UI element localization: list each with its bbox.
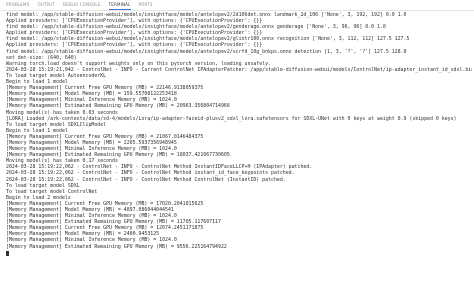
tab-terminal[interactable]: TERMINAL [108,0,131,10]
terminal-panel: PROBLEMS OUTPUT DEBUG CONSOLE TERMINAL P… [0,0,474,301]
terminal-line: find model: /app/stable-diffusion-webui/… [6,48,407,55]
terminal-prompt-line [6,250,472,256]
terminal-output[interactable]: find model: /app/stable-diffusion-webui/… [6,12,472,300]
tab-output[interactable]: OUTPUT [37,0,55,10]
terminal-line: [LORA] Loaded /ark-contexts/data/sd-4/mo… [6,115,457,122]
tab-problems[interactable]: PROBLEMS [6,0,29,10]
terminal-cursor [6,250,9,256]
tab-ports[interactable]: PORTS [139,0,153,10]
panel-tab-bar: PROBLEMS OUTPUT DEBUG CONSOLE TERMINAL P… [0,0,474,11]
tab-debug-console[interactable]: DEBUG CONSOLE [63,0,101,10]
